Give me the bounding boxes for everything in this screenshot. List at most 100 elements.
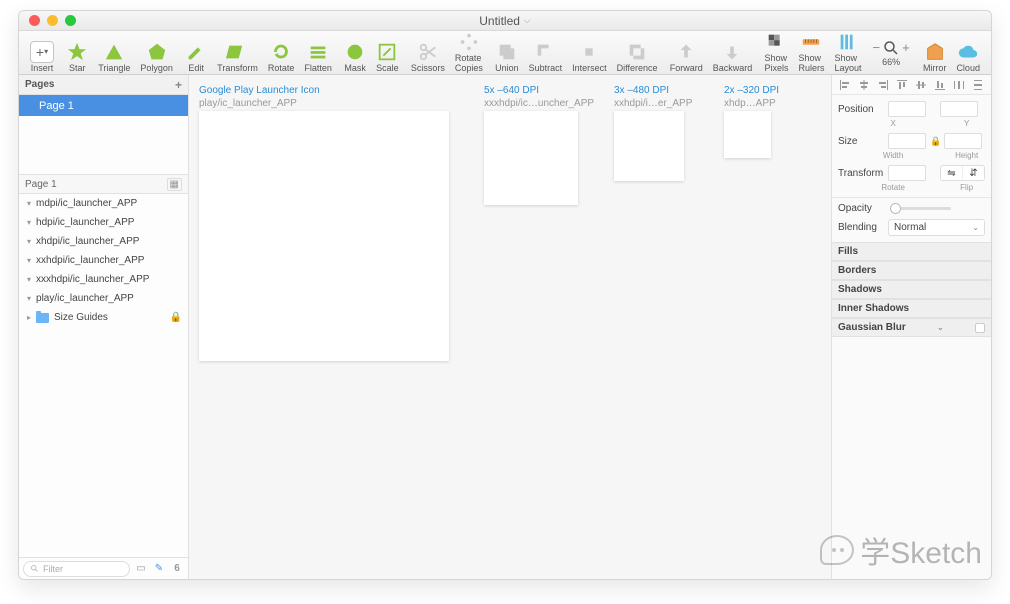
- layer-item[interactable]: ▾mdpi/ic_launcher_APP: [19, 194, 188, 213]
- artboard-sub: xhdp…APP: [724, 98, 779, 109]
- align-center-h-icon[interactable]: [858, 79, 870, 91]
- filter-options-icon[interactable]: ▭: [134, 563, 148, 574]
- opacity-label: Opacity: [838, 203, 884, 214]
- align-left-icon[interactable]: [839, 79, 851, 91]
- flatten-button[interactable]: Flatten: [299, 33, 337, 73]
- edit-button[interactable]: Edit: [180, 33, 212, 73]
- polygon-button[interactable]: Polygon: [135, 33, 178, 73]
- lock-aspect-icon[interactable]: 🔒: [930, 136, 940, 147]
- gaussian-blur-section[interactable]: Gaussian Blur⌄: [832, 318, 991, 337]
- canvas[interactable]: Google Play Launcher Icon play/ic_launch…: [189, 75, 831, 579]
- distribute-h-icon[interactable]: [953, 79, 965, 91]
- position-label: Position: [838, 104, 884, 115]
- forward-button[interactable]: Forward: [665, 33, 708, 73]
- show-rulers-button[interactable]: Show Rulers: [793, 33, 829, 73]
- triangle-button[interactable]: Triangle: [93, 33, 135, 73]
- insert-button[interactable]: +▾ Insert: [25, 33, 59, 73]
- artboard[interactable]: 5x –640 DPI xxxhdpi/ic…uncher_APP: [484, 85, 594, 205]
- fills-section[interactable]: Fills: [832, 242, 991, 261]
- artboard-title[interactable]: 5x –640 DPI: [484, 85, 594, 96]
- rotate-button[interactable]: Rotate: [263, 33, 300, 73]
- intersect-icon: [578, 41, 600, 63]
- show-pixels-icon: [765, 31, 787, 53]
- inner-shadows-section[interactable]: Inner Shadows: [832, 299, 991, 318]
- rotate-input[interactable]: [888, 165, 926, 181]
- layer-item[interactable]: ▾xxxhdpi/ic_launcher_APP: [19, 270, 188, 289]
- rotate-copies-button[interactable]: Rotate Copies: [450, 33, 488, 73]
- titlebar: Untitled⌵: [19, 11, 991, 31]
- mirror-button[interactable]: Mirror: [918, 33, 952, 73]
- flip-segment[interactable]: ⇋⇵: [940, 165, 985, 181]
- filter-input[interactable]: Filter: [23, 561, 130, 577]
- rotate-copies-icon: [458, 31, 480, 53]
- layer-item[interactable]: ▾xhdpi/ic_launcher_APP: [19, 232, 188, 251]
- artboard[interactable]: 2x –320 DPI xhdp…APP: [724, 85, 779, 158]
- subtract-button[interactable]: Subtract: [524, 33, 568, 73]
- transform-button[interactable]: Transform: [212, 33, 263, 73]
- toolbar: +▾ Insert Star Triangle Polygon Edit Tra…: [19, 31, 991, 75]
- cloud-button[interactable]: Cloud: [951, 33, 985, 73]
- borders-section[interactable]: Borders: [832, 261, 991, 280]
- triangle-icon: [103, 41, 125, 63]
- backward-icon: [721, 41, 743, 63]
- left-sidebar: Pages + Page 1 Page 1 ▦ ▾mdpi/ic_launche…: [19, 75, 189, 579]
- layer-size-guides[interactable]: ▸Size Guides🔒: [19, 308, 188, 327]
- folder-icon: [36, 313, 49, 323]
- star-button[interactable]: Star: [61, 33, 93, 73]
- align-right-icon[interactable]: [877, 79, 889, 91]
- show-layout-icon: [837, 31, 859, 53]
- opacity-slider[interactable]: [890, 207, 951, 210]
- difference-icon: [626, 41, 648, 63]
- layer-item[interactable]: ▾hdpi/ic_launcher_APP: [19, 213, 188, 232]
- pages-header: Pages +: [19, 75, 188, 95]
- artboard-sub: play/ic_launcher_APP: [199, 98, 449, 109]
- blending-label: Blending: [838, 222, 884, 233]
- align-bottom-icon[interactable]: [934, 79, 946, 91]
- artboard-sub: xxxhdpi/ic…uncher_APP: [484, 98, 594, 109]
- artboard-title[interactable]: 3x –480 DPI: [614, 85, 692, 96]
- artboard-title[interactable]: Google Play Launcher Icon: [199, 85, 449, 96]
- layers-list: ▾mdpi/ic_launcher_APP ▾hdpi/ic_launcher_…: [19, 194, 188, 557]
- size-label: Size: [838, 136, 884, 147]
- lock-icon[interactable]: 🔒: [170, 312, 182, 323]
- filter-edit-icon[interactable]: ✎: [152, 563, 166, 574]
- minimize-icon[interactable]: [47, 15, 58, 26]
- artboard[interactable]: 3x –480 DPI xxhdpi/i…er_APP: [614, 85, 692, 181]
- artboard-title[interactable]: 2x –320 DPI: [724, 85, 779, 96]
- mask-button[interactable]: Mask: [339, 33, 371, 73]
- cloud-icon: [957, 41, 979, 63]
- zoom-control[interactable]: −+ 66%: [867, 39, 916, 67]
- height-input[interactable]: [944, 133, 982, 149]
- close-icon[interactable]: [29, 15, 40, 26]
- title-chevron-icon[interactable]: ⌵: [524, 15, 531, 26]
- width-input[interactable]: [888, 133, 926, 149]
- y-input[interactable]: [940, 101, 978, 117]
- page-panel-header[interactable]: Page 1 ▦: [19, 174, 188, 194]
- backward-button[interactable]: Backward: [708, 33, 758, 73]
- difference-button[interactable]: Difference: [612, 33, 663, 73]
- inspector: Position XY Size🔒 WidthHeight Transform⇋…: [831, 75, 991, 579]
- union-button[interactable]: Union: [490, 33, 524, 73]
- layer-item[interactable]: ▾xxhdpi/ic_launcher_APP: [19, 251, 188, 270]
- mirror-icon: [924, 41, 946, 63]
- polygon-icon: [146, 41, 168, 63]
- zoom-window-icon[interactable]: [65, 15, 76, 26]
- intersect-button[interactable]: Intersect: [567, 33, 612, 73]
- align-top-icon[interactable]: [896, 79, 908, 91]
- layer-item[interactable]: ▾play/ic_launcher_APP: [19, 289, 188, 308]
- show-layout-button[interactable]: Show Layout: [830, 33, 867, 73]
- x-input[interactable]: [888, 101, 926, 117]
- scissors-button[interactable]: Scissors: [406, 33, 450, 73]
- mask-icon: [344, 41, 366, 63]
- artboard-toggle-icon[interactable]: ▦: [167, 178, 182, 191]
- shadows-section[interactable]: Shadows: [832, 280, 991, 299]
- distribute-v-icon[interactable]: [972, 79, 984, 91]
- scale-icon: [376, 41, 398, 63]
- blending-select[interactable]: Normal⌄: [888, 219, 985, 236]
- show-pixels-button[interactable]: Show Pixels: [759, 33, 793, 73]
- artboard[interactable]: Google Play Launcher Icon play/ic_launch…: [199, 85, 449, 361]
- page-item[interactable]: Page 1: [19, 95, 188, 116]
- add-page-icon[interactable]: +: [175, 78, 182, 92]
- scale-button[interactable]: Scale: [371, 33, 404, 73]
- align-center-v-icon[interactable]: [915, 79, 927, 91]
